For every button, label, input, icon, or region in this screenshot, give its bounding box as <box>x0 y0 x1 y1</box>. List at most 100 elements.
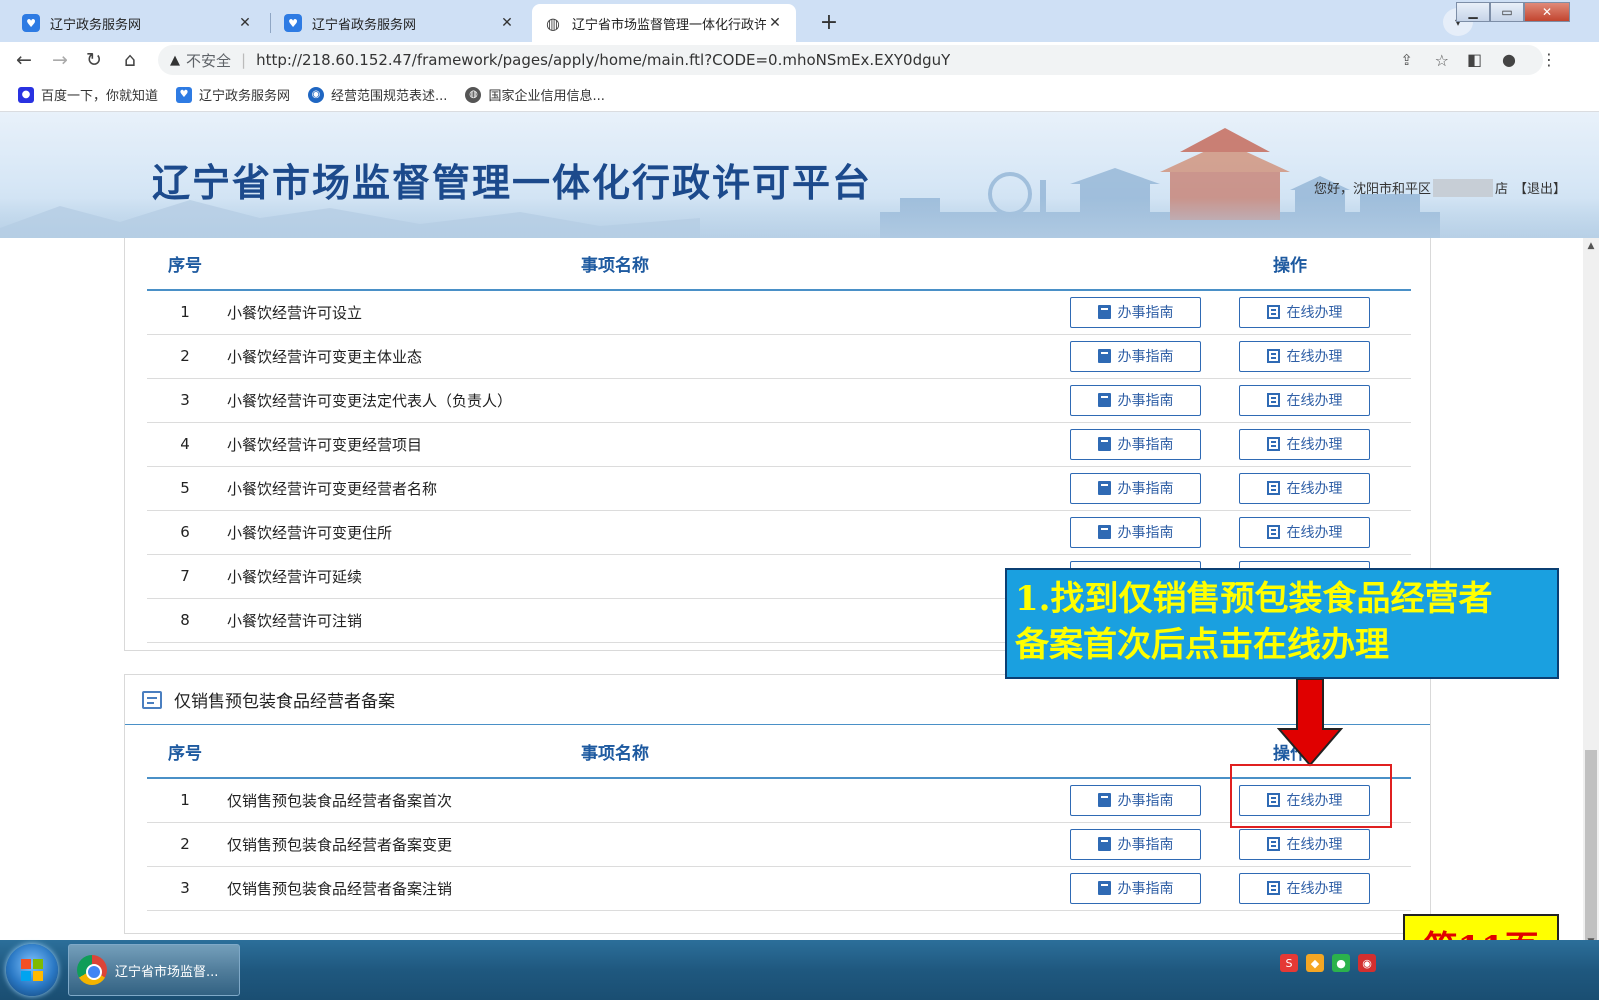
bookmark-credit[interactable]: ◍ 国家企业信用信息... <box>465 85 605 104</box>
guide-book-icon <box>1097 349 1111 363</box>
row-number: 5 <box>147 466 223 511</box>
home-icon[interactable]: ⌂ <box>116 46 144 74</box>
profile-avatar-icon[interactable]: ● <box>1502 50 1516 69</box>
online-apply-button[interactable]: 在线办理 <box>1239 428 1370 460</box>
guide-button-label: 办事指南 <box>1117 349 1174 365</box>
browser-tab-title: 辽宁省市场监督管理一体化行政许 <box>572 17 766 33</box>
user-greeting: 您好，沈阳市和平区 <box>1314 182 1432 197</box>
bookmark-scope[interactable]: ◉ 经营范围规范表述... <box>308 85 447 104</box>
form-document-icon <box>1266 881 1280 895</box>
scroll-thumb[interactable] <box>1585 750 1597 940</box>
online-button-label: 在线办理 <box>1286 525 1343 541</box>
guide-book-icon <box>1097 837 1111 851</box>
guide-button[interactable]: 办事指南 <box>1070 296 1201 328</box>
tray-app-icon[interactable]: ◉ <box>1358 954 1376 972</box>
browser-menu-icon[interactable]: ⋮ <box>1541 50 1557 69</box>
security-label[interactable]: 不安全 <box>186 50 231 71</box>
online-apply-button[interactable]: 在线办理 <box>1239 296 1370 328</box>
form-document-icon <box>1266 481 1280 495</box>
browser-tab-3-active[interactable]: ◍ 辽宁省市场监督管理一体化行政许 ✕ <box>532 4 796 42</box>
tab-close-icon[interactable]: ✕ <box>498 15 516 31</box>
guide-book-icon <box>1097 481 1111 495</box>
window-close-button[interactable]: ✕ <box>1524 2 1570 22</box>
row-number: 8 <box>147 598 223 643</box>
browser-tab-2[interactable]: ♥ 辽宁省政务服务网 ✕ <box>272 4 528 42</box>
logout-link[interactable]: 【退出】 <box>1514 178 1566 197</box>
guide-button[interactable]: 办事指南 <box>1070 828 1201 860</box>
guide-book-icon <box>1097 881 1111 895</box>
start-button[interactable] <box>6 944 58 996</box>
callout-line-2: 备案首次后点击在线办理 <box>1015 625 1389 665</box>
form-document-icon <box>1266 525 1280 539</box>
guide-button[interactable]: 办事指南 <box>1070 472 1201 504</box>
warning-icon[interactable]: ▲ <box>170 53 180 68</box>
chrome-icon <box>77 955 107 985</box>
table-row: 6 小餐饮经营许可变更住所 办事指南 在线办理 <box>147 510 1411 555</box>
guide-book-icon <box>1097 525 1111 539</box>
guide-button[interactable]: 办事指南 <box>1070 516 1201 548</box>
guide-button[interactable]: 办事指南 <box>1070 872 1201 904</box>
gov-shield-icon: ♥ <box>22 14 40 32</box>
windows-taskbar: 辽宁省市场监督... S ◆ ● ◉ <box>0 940 1599 1000</box>
browser-tab-title: 辽宁政务服务网 <box>50 17 142 33</box>
item-name: 小餐饮经营许可变更主体业态 <box>223 334 1003 379</box>
back-arrow-icon[interactable]: ← <box>10 46 38 74</box>
online-apply-button[interactable]: 在线办理 <box>1239 340 1370 372</box>
document-icon <box>142 690 162 709</box>
taskbar-chrome-item[interactable]: 辽宁省市场监督... <box>68 944 240 996</box>
reload-icon[interactable]: ↻ <box>80 46 108 74</box>
security-shield-icon[interactable]: ◆ <box>1306 954 1324 972</box>
browser-tab-1[interactable]: ♥ 辽宁政务服务网 ✕ <box>10 4 266 42</box>
bookmark-star-icon[interactable]: ☆ <box>1435 51 1449 70</box>
user-info: 您好，沈阳市和平区 店 【退出】 <box>1314 178 1566 197</box>
instruction-callout: 1.找到仅销售预包装食品经营者 备案首次后点击在线办理 <box>1005 568 1559 679</box>
online-button-label: 在线办理 <box>1286 437 1343 453</box>
table-row: 3 小餐饮经营许可变更法定代表人（负责人） 办事指南 在线办理 <box>147 378 1411 423</box>
guide-button[interactable]: 办事指南 <box>1070 384 1201 416</box>
online-apply-button[interactable]: 在线办理 <box>1239 828 1370 860</box>
url-text[interactable]: http://218.60.152.47/framework/pages/app… <box>256 51 950 69</box>
side-panel-icon[interactable]: ◧ <box>1467 50 1482 69</box>
row-actions: 办事指南 在线办理 <box>1003 334 1411 379</box>
new-tab-button[interactable]: + <box>815 8 843 36</box>
share-icon[interactable]: ⇪ <box>1400 51 1413 69</box>
guide-button[interactable]: 办事指南 <box>1070 340 1201 372</box>
page-scrollbar[interactable]: ▲ ▼ <box>1583 238 1599 950</box>
wechat-icon[interactable]: ● <box>1332 954 1350 972</box>
panel-header: 仅销售预包装食品经营者备案 <box>125 675 1430 725</box>
maximize-button[interactable]: ▭ <box>1490 2 1524 22</box>
table-row: 1 仅销售预包装食品经营者备案首次 办事指南 在线办理 <box>147 778 1411 823</box>
guide-button[interactable]: 办事指南 <box>1070 784 1201 816</box>
tab-close-icon[interactable]: ✕ <box>766 15 784 31</box>
online-apply-button[interactable]: 在线办理 <box>1239 384 1370 416</box>
table-row: 1 小餐饮经营许可设立 办事指南 在线办理 <box>147 290 1411 335</box>
bookmarks-bar: ● 百度一下，你就知道 ♥ 辽宁政务服务网 ◉ 经营范围规范表述... ◍ 国家… <box>0 78 1599 112</box>
form-document-icon <box>1266 837 1280 851</box>
online-apply-button[interactable]: 在线办理 <box>1239 472 1370 504</box>
bookmark-label: 辽宁政务服务网 <box>199 89 291 104</box>
online-apply-button[interactable]: 在线办理 <box>1239 872 1370 904</box>
forward-arrow-icon[interactable]: → <box>46 46 74 74</box>
baidu-paw-icon: ● <box>18 86 34 103</box>
input-method-icon[interactable]: S <box>1280 954 1298 972</box>
item-name: 小餐饮经营许可变更经营项目 <box>223 422 1003 467</box>
row-number: 6 <box>147 510 223 555</box>
form-document-icon <box>1266 393 1280 407</box>
form-document-icon <box>1266 437 1280 451</box>
guide-book-icon <box>1097 393 1111 407</box>
online-button-label: 在线办理 <box>1286 393 1343 409</box>
minimize-button[interactable]: ▁ <box>1456 2 1490 22</box>
scroll-up-icon[interactable]: ▲ <box>1583 238 1599 254</box>
bookmark-baidu[interactable]: ● 百度一下，你就知道 <box>18 85 158 104</box>
bookmark-liaoning-gov[interactable]: ♥ 辽宁政务服务网 <box>176 85 290 104</box>
guide-button[interactable]: 办事指南 <box>1070 428 1201 460</box>
guide-book-icon <box>1097 437 1111 451</box>
gov-shield-icon: ♥ <box>284 14 302 32</box>
highlight-box <box>1230 764 1392 828</box>
online-apply-button[interactable]: 在线办理 <box>1239 516 1370 548</box>
tab-close-icon[interactable]: ✕ <box>236 15 254 31</box>
table-header-row: 序号 事项名称 操作 <box>147 238 1411 291</box>
header-op: 操作 <box>1003 238 1411 291</box>
address-bar[interactable]: ▲ 不安全 | http://218.60.152.47/framework/p… <box>158 45 1543 75</box>
guide-book-icon <box>1097 793 1111 808</box>
